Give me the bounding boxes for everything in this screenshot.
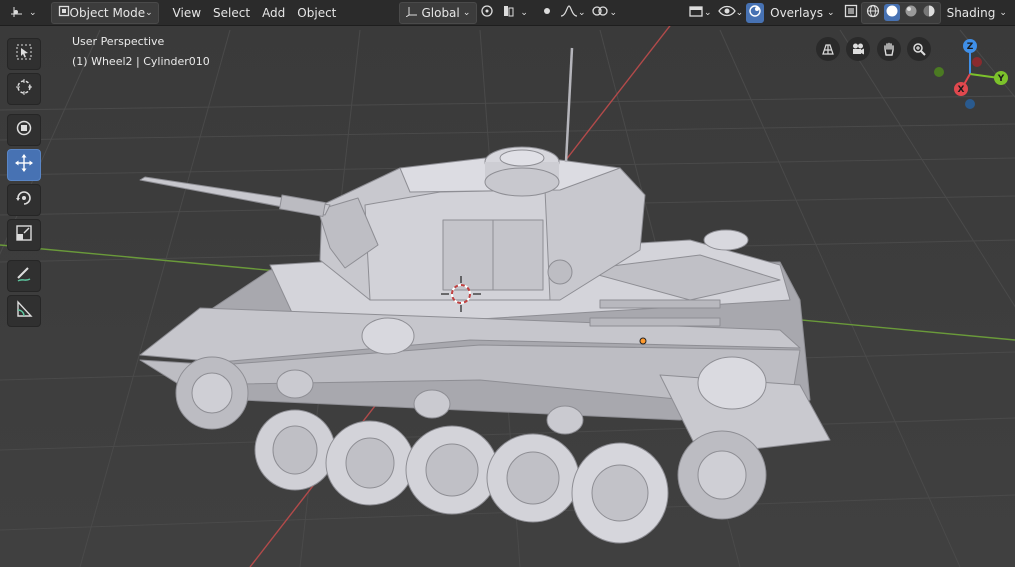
- chevron-down-icon: ⌄: [145, 7, 153, 18]
- navigation-gizmo[interactable]: Z Y X: [925, 34, 1015, 114]
- tool-shelf: [7, 38, 43, 330]
- shading-rendered-icon[interactable]: [922, 4, 936, 21]
- shading-label: Shading: [946, 5, 996, 20]
- move-icon: [14, 153, 34, 177]
- proportional-icon: [540, 4, 554, 21]
- chevron-down-icon: ⌄: [735, 7, 744, 18]
- rotate-tool[interactable]: [7, 184, 41, 216]
- gizmo-visibility-button[interactable]: ⌄: [715, 3, 747, 23]
- scale-tool[interactable]: [7, 219, 41, 251]
- measure-icon: [15, 300, 33, 322]
- zoom-icon[interactable]: [907, 37, 931, 61]
- pivot-icon: [480, 4, 496, 21]
- orientation-label: Global: [421, 5, 460, 20]
- chevron-down-icon: ⌄: [704, 7, 712, 18]
- gizmo-y-label: Y: [997, 74, 1005, 84]
- link-icon: [591, 4, 609, 21]
- gizmo-toggle-button[interactable]: ⌄: [588, 3, 620, 23]
- overlays-dropdown[interactable]: Overlays ⌄: [764, 3, 840, 23]
- overlays-icon: [748, 4, 762, 21]
- chevron-down-icon: ⌄: [999, 7, 1007, 18]
- menu-select[interactable]: Select: [207, 3, 256, 23]
- transform-icon: [15, 119, 33, 141]
- shading-modes: [860, 1, 941, 24]
- object-mode-icon: [58, 5, 70, 20]
- measure-tool[interactable]: [7, 295, 41, 327]
- annotate-tool[interactable]: [7, 260, 41, 292]
- mode-label: Object Mode: [69, 5, 146, 20]
- overlays-label: Overlays: [770, 5, 824, 20]
- falloff-button[interactable]: ⌄: [557, 3, 589, 23]
- chevron-down-icon: ⌄: [577, 7, 586, 18]
- view-name: User Perspective: [72, 35, 165, 48]
- annotate-icon: [15, 265, 33, 287]
- shading-dropdown[interactable]: Shading ⌄: [941, 3, 1013, 23]
- xray-toggle[interactable]: [841, 3, 861, 23]
- move-tool[interactable]: [7, 149, 41, 181]
- cursor-icon: [15, 78, 33, 100]
- menu-add[interactable]: Add: [256, 3, 291, 23]
- snap-button[interactable]: ⌄: [499, 3, 531, 23]
- view-object-types-button[interactable]: ⌄: [685, 3, 715, 23]
- shading-wire-icon[interactable]: [866, 4, 880, 21]
- scale-icon: [15, 224, 33, 246]
- xray-icon: [844, 4, 858, 21]
- viewport-header: ⌄ Object Mode ⌄ View Select Add Object G…: [0, 0, 1015, 26]
- cursor-tool[interactable]: [7, 73, 41, 105]
- orientation-dropdown[interactable]: Global ⌄: [399, 1, 478, 24]
- object-origin[interactable]: [639, 337, 647, 345]
- eye-icon: [717, 4, 736, 21]
- transform-tool[interactable]: [7, 114, 41, 146]
- rotate-icon: [15, 189, 33, 211]
- snap-icon: [502, 4, 520, 21]
- shading-solid-icon[interactable]: [883, 4, 900, 21]
- select-box-icon: [15, 43, 33, 65]
- chevron-down-icon: ⌄: [609, 7, 618, 18]
- pivot-button[interactable]: [477, 3, 499, 23]
- chevron-down-icon: ⌄: [520, 7, 528, 18]
- gizmo-z-label: Z: [967, 42, 974, 52]
- chevron-down-icon: ⌄: [462, 7, 471, 18]
- camera-icon[interactable]: [846, 37, 870, 61]
- overlays-toggle[interactable]: [746, 2, 765, 23]
- editor-type-button[interactable]: ⌄: [4, 3, 43, 23]
- orientation-axes-icon: [406, 5, 418, 20]
- proportional-edit-button[interactable]: [537, 3, 557, 23]
- chevron-down-icon: ⌄: [29, 7, 37, 18]
- object-info: (1) Wheel2 | Cylinder010: [72, 55, 210, 68]
- falloff-curve-icon: [560, 4, 578, 21]
- 3d-viewport[interactable]: User Perspective (1) Wheel2 | Cylinder01…: [0, 0, 1015, 567]
- select-box-tool[interactable]: [7, 38, 41, 70]
- gizmo-x-label: X: [958, 85, 965, 95]
- visibility-icon: [688, 4, 704, 21]
- chevron-down-icon: ⌄: [827, 7, 835, 18]
- menu-object[interactable]: Object: [291, 3, 342, 23]
- viewport-canvas[interactable]: [0, 0, 1015, 567]
- blender-window: User Perspective (1) Wheel2 | Cylinder01…: [0, 0, 1015, 567]
- menu-view[interactable]: View: [167, 3, 207, 23]
- shading-material-icon[interactable]: [904, 4, 918, 21]
- hand-icon[interactable]: [877, 37, 901, 61]
- editor-type-icon: [10, 4, 26, 21]
- grid-view-icon[interactable]: [816, 37, 840, 61]
- mode-dropdown[interactable]: Object Mode ⌄: [50, 1, 159, 24]
